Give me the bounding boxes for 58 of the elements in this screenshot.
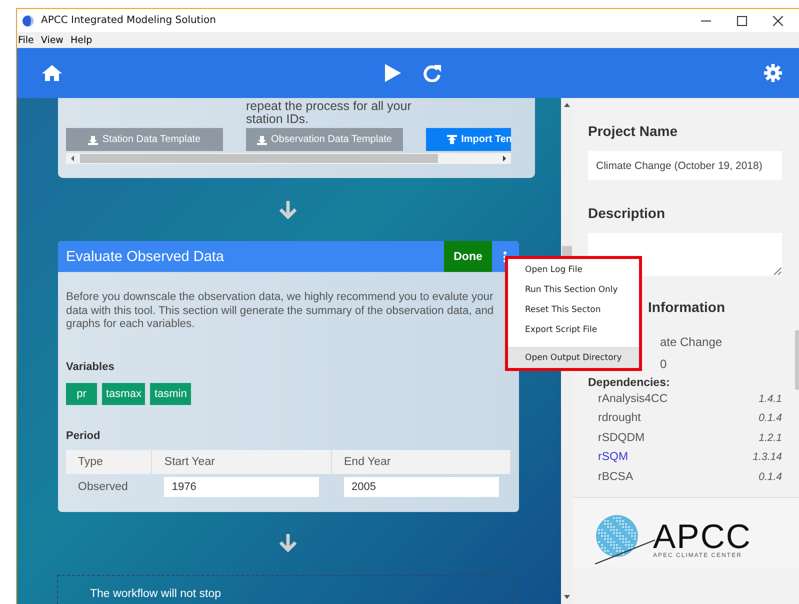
section-title: Evaluate Observed Data [66, 248, 224, 264]
table-cell: Observed [66, 474, 152, 500]
menu-item[interactable]: Open Output Directory [508, 347, 639, 368]
end-year-field[interactable]: 2005 [344, 476, 498, 496]
start-year-field[interactable]: 1976 [164, 476, 319, 496]
horizontal-scrollbar[interactable] [66, 153, 511, 164]
column-header: Type [66, 450, 152, 474]
menu-item[interactable]: Run This Section Only [508, 280, 639, 300]
package-name: rBCSA [598, 470, 634, 483]
variable-tag[interactable]: pr [66, 382, 97, 404]
project-name-label: Project Name [588, 123, 678, 139]
dependencies-label: Dependencies: [588, 377, 671, 389]
menu-item[interactable]: Reset This Secton [508, 300, 639, 320]
package-version: 0.1.4 [758, 470, 782, 483]
info-text: ate Change [660, 335, 722, 349]
app-icon [22, 14, 34, 26]
column-header: Start Year [152, 450, 332, 474]
package-version: 1.2.1 [758, 432, 782, 444]
menu-item[interactable]: Export Script File [508, 320, 639, 340]
package-version: 1.4.1 [758, 392, 782, 405]
package-name: rdrought [598, 412, 641, 424]
done-button[interactable]: Done [444, 241, 492, 272]
globe-logo-icon [595, 514, 655, 566]
settings-icon[interactable] [764, 64, 782, 82]
package-name: rSDQDM [598, 432, 645, 444]
package-version: 0.1.4 [758, 412, 782, 424]
project-name-field[interactable]: Climate Change (October 19, 2018) [588, 151, 782, 180]
description-label: Description [588, 205, 666, 221]
close-icon[interactable] [773, 16, 783, 26]
workflow-note: The workflow will not stop [90, 588, 222, 600]
upload-icon [447, 134, 458, 144]
period-label: Period [66, 430, 102, 442]
down-arrow-icon [278, 534, 296, 552]
menu-item[interactable]: View [40, 34, 64, 46]
variable-tag[interactable]: tasmax [102, 382, 146, 404]
window-title: APCC Integrated Modeling Solution [41, 15, 216, 26]
description-text: Before you downscale the observation data, we highly recommend you to evalute your data with this tool. This section will generate the summary of the observation data, and graphs for each variables. [66, 291, 495, 332]
home-icon[interactable] [42, 64, 62, 82]
info-text: 0 [660, 357, 667, 371]
download-icon [257, 134, 267, 144]
maximize-icon[interactable] [737, 16, 747, 26]
package-link[interactable]: rSQM [598, 451, 628, 464]
down-arrow-icon [278, 200, 296, 218]
menu-item[interactable]: File [18, 34, 34, 46]
play-icon[interactable] [385, 64, 401, 82]
download-icon [88, 134, 98, 144]
logo-name: APCC [653, 520, 752, 552]
variables-label: Variables [66, 360, 116, 372]
column-header: End Year [332, 450, 510, 474]
refresh-icon[interactable] [423, 64, 441, 82]
package-version: 1.3.14 [752, 451, 782, 464]
menu-item[interactable]: Help [70, 34, 92, 46]
panel-scrollbar[interactable] [795, 330, 799, 390]
template-button[interactable]: Import Ten [426, 128, 511, 151]
package-name: rAnalysis4CC [598, 392, 668, 405]
variable-tag[interactable]: tasmin [150, 382, 191, 404]
instruction-text: repeat the process for all your station IDs. [246, 100, 412, 126]
menu-item[interactable]: Open Log File [508, 260, 639, 280]
